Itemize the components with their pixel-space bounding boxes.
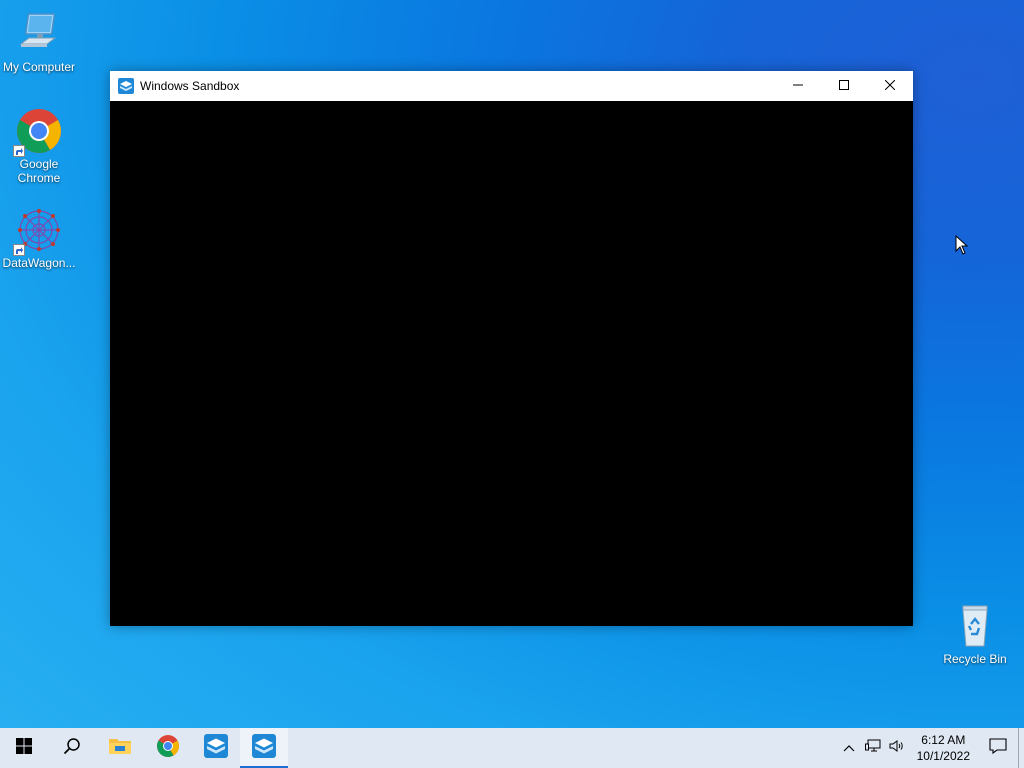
desktop-icon-label: My Computer	[2, 60, 76, 74]
start-button[interactable]	[0, 728, 48, 768]
file-explorer-icon	[108, 736, 132, 761]
window-titlebar[interactable]: Windows Sandbox	[110, 71, 913, 101]
volume-button[interactable]	[885, 728, 909, 768]
search-button[interactable]	[48, 728, 96, 768]
maximize-button[interactable]	[821, 71, 867, 101]
sandbox-icon	[204, 733, 228, 763]
sandbox-icon	[118, 78, 134, 94]
sandbox-icon	[252, 733, 276, 763]
search-icon	[63, 737, 81, 760]
show-hidden-icons-button[interactable]	[837, 728, 861, 768]
shortcut-arrow-icon	[13, 145, 25, 157]
taskbar-windows-sandbox-active[interactable]	[240, 728, 288, 768]
maximize-icon	[839, 77, 849, 95]
notifications-icon	[989, 737, 1007, 759]
taskbar-file-explorer[interactable]	[96, 728, 144, 768]
window-title: Windows Sandbox	[140, 79, 240, 93]
clock[interactable]: 6:12 AM 10/1/2022	[909, 728, 978, 768]
desktop-icon-label: DataWagon...	[2, 256, 76, 270]
clock-time: 6:12 AM	[921, 733, 966, 747]
recycle-bin-icon	[951, 602, 999, 650]
desktop-icon-label: Recycle Bin	[943, 652, 1007, 666]
desktop: My Computer Google Chrome DataWagon... R…	[0, 0, 1024, 728]
computer-icon	[15, 10, 63, 58]
desktop-icon-datawagon[interactable]: DataWagon...	[0, 206, 78, 270]
action-center-button[interactable]	[978, 728, 1018, 768]
desktop-icon-google-chrome[interactable]: Google Chrome	[0, 107, 78, 185]
taskbar: 6:12 AM 10/1/2022	[0, 728, 1024, 768]
close-icon	[884, 77, 896, 95]
windows-sandbox-window[interactable]: Windows Sandbox	[110, 71, 913, 626]
caption-buttons	[775, 71, 913, 101]
close-button[interactable]	[867, 71, 913, 101]
chrome-icon	[156, 734, 180, 763]
chrome-icon	[13, 107, 63, 157]
clock-date: 10/1/2022	[916, 749, 970, 763]
taskbar-windows-sandbox-pinned[interactable]	[192, 728, 240, 768]
shortcut-arrow-icon	[13, 244, 25, 256]
show-desktop-button[interactable]	[1018, 728, 1024, 768]
start-icon	[16, 737, 32, 759]
network-icon	[864, 739, 881, 758]
mouse-pointer-icon	[955, 234, 969, 260]
network-button[interactable]	[861, 728, 885, 768]
taskbar-google-chrome[interactable]	[144, 728, 192, 768]
desktop-icon-my-computer[interactable]: My Computer	[0, 10, 78, 74]
system-tray: 6:12 AM 10/1/2022	[837, 728, 1024, 768]
chevron-up-icon	[843, 739, 855, 757]
desktop-icon-recycle-bin[interactable]: Recycle Bin	[936, 602, 1014, 666]
volume-icon	[889, 739, 905, 758]
desktop-icon-label: Google Chrome	[17, 157, 61, 185]
sandbox-content-area[interactable]	[110, 101, 913, 626]
minimize-icon	[793, 77, 803, 95]
minimize-button[interactable]	[775, 71, 821, 101]
datawagon-icon	[13, 206, 63, 256]
